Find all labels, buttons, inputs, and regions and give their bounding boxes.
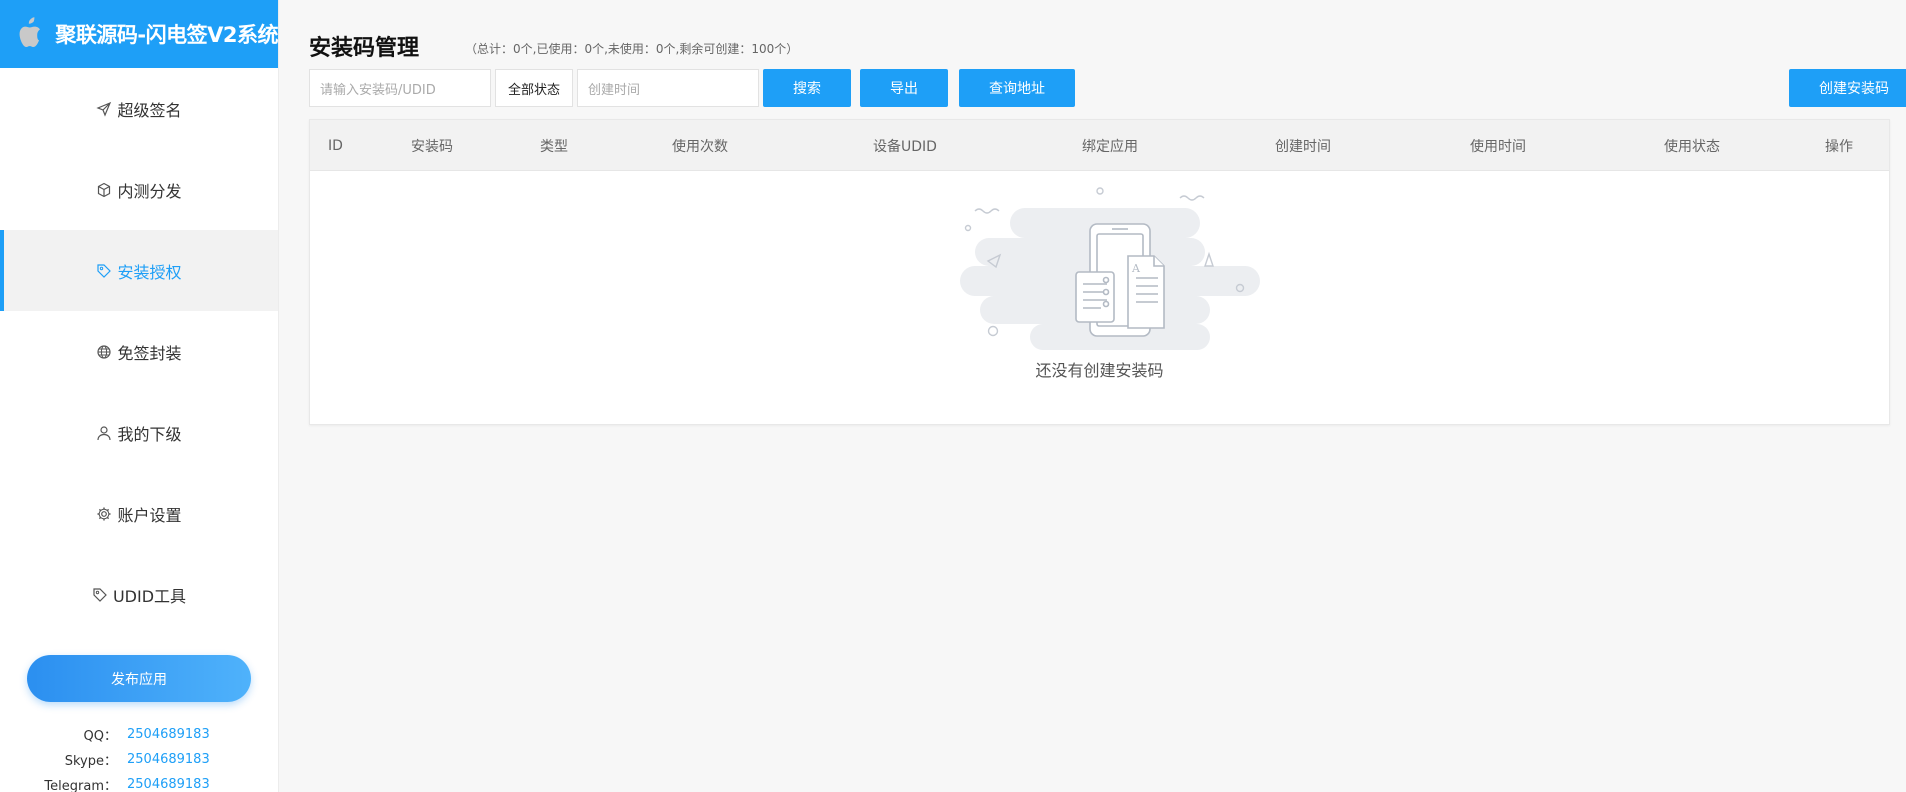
- toolbar: 请输入安装码/UDID 全部状态 创建时间 搜索 导出 查询地址 创建安装码: [309, 69, 1906, 107]
- main-content: 安装码管理 （总计：0个,已使用：0个,未使用：0个,剩余可创建：100个） 请…: [279, 0, 1906, 792]
- sidebar-item-label: 内测分发: [117, 181, 182, 201]
- sidebar-item-subordinates[interactable]: 我的下级: [0, 392, 278, 473]
- sidebar-item-udid-tool[interactable]: UDID工具: [0, 554, 278, 635]
- cube-icon: [98, 182, 111, 197]
- apple-icon: [19, 17, 40, 47]
- column-header-actions: 操作: [1825, 138, 1853, 155]
- column-header-type: 类型: [540, 138, 568, 155]
- paper-plane-icon: [96, 101, 112, 117]
- search-button[interactable]: 搜索: [763, 69, 851, 107]
- create-install-code-button[interactable]: 创建安装码: [1789, 69, 1906, 107]
- empty-state-text: 还没有创建安装码: [1035, 361, 1164, 380]
- column-header-udid: 设备UDID: [873, 138, 937, 155]
- sidebar-item-label: UDID工具: [112, 586, 187, 606]
- tag-icon: [97, 263, 112, 278]
- contact-info: QQ： 2504689183 Skype： 2504689183 Telegra…: [0, 722, 279, 792]
- brand-title: 聚联源码-闪电签V2系统: [55, 23, 278, 47]
- table-header: ID 安装码 类型 使用次数 设备UDID 绑定应用 创建时间 使用时间 使用状…: [310, 120, 1889, 171]
- sidebar-item-label: 我的下级: [117, 424, 182, 444]
- search-input[interactable]: 请输入安装码/UDID: [309, 69, 491, 107]
- contact-value-link[interactable]: 2504689183: [117, 727, 210, 742]
- column-header-created: 创建时间: [1275, 138, 1331, 155]
- query-address-button[interactable]: 查询地址: [959, 69, 1075, 107]
- column-header-use-count: 使用次数: [672, 138, 728, 155]
- brand-header: 聚联源码-闪电签V2系统: [0, 0, 278, 68]
- column-header-status: 使用状态: [1664, 138, 1720, 155]
- page-title: 安装码管理: [309, 36, 420, 61]
- contact-key: Skype：: [64, 754, 117, 769]
- stats-summary: （总计：0个,已使用：0个,未使用：0个,剩余可创建：100个）: [465, 42, 799, 56]
- install-code-table: ID 安装码 类型 使用次数 设备UDID 绑定应用 创建时间 使用时间 使用状…: [309, 119, 1890, 425]
- export-button[interactable]: 导出: [860, 69, 948, 107]
- globe-icon: [97, 344, 112, 359]
- publish-app-button[interactable]: 发布应用: [27, 655, 251, 702]
- contact-key: Telegram：: [44, 779, 117, 792]
- sidebar-item-label: 超级签名: [117, 100, 182, 120]
- contact-value-link[interactable]: 2504689183: [117, 777, 210, 792]
- column-header-code: 安装码: [411, 138, 453, 155]
- sidebar-item-label: 免签封装: [117, 343, 182, 363]
- status-select[interactable]: 全部状态: [495, 69, 573, 107]
- sidebar-item-super-sign[interactable]: 超级签名: [0, 68, 278, 149]
- empty-state-illustration: A: [960, 187, 1260, 350]
- sidebar-item-install-auth[interactable]: 安装授权: [0, 230, 278, 311]
- contact-value-link[interactable]: 2504689183: [117, 752, 210, 767]
- gear-icon: [97, 507, 111, 520]
- column-header-used-time: 使用时间: [1470, 138, 1526, 155]
- sidebar-item-free-sign-wrap[interactable]: 免签封装: [0, 311, 278, 392]
- contact-row-telegram: Telegram： 2504689183: [0, 772, 279, 792]
- sidebar-item-account-settings[interactable]: 账户设置: [0, 473, 278, 554]
- sidebar: 聚联源码-闪电签V2系统 超级签名 内测分发 安装授权 免签封装 我的下级 账户…: [0, 0, 279, 792]
- user-icon: [97, 425, 112, 440]
- sidebar-item-label: 安装授权: [117, 262, 182, 282]
- column-header-bound-app: 绑定应用: [1082, 138, 1138, 155]
- column-header-id: ID: [328, 137, 343, 154]
- tag-icon: [93, 587, 107, 602]
- sidebar-item-beta-distribution[interactable]: 内测分发: [0, 149, 278, 230]
- contact-row-qq: QQ： 2504689183: [0, 722, 279, 747]
- sidebar-item-label: 账户设置: [117, 505, 182, 525]
- contact-row-skype: Skype： 2504689183: [0, 747, 279, 772]
- svg-text:A: A: [1131, 262, 1141, 275]
- date-picker-input[interactable]: 创建时间: [577, 69, 759, 107]
- contact-key: QQ：: [83, 729, 117, 744]
